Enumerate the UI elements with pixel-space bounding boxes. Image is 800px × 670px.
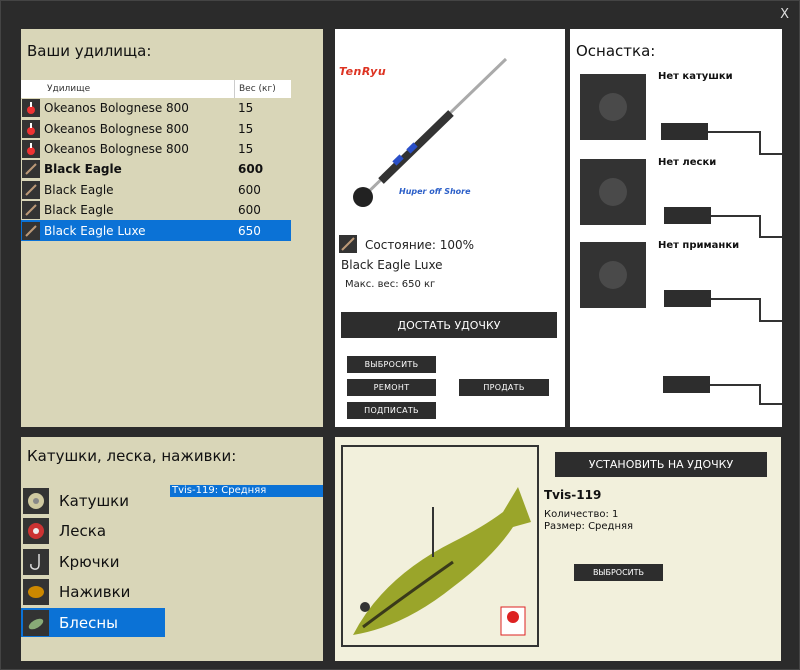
reel-icon xyxy=(23,487,49,514)
col-weight-header[interactable]: Вес (кг) xyxy=(234,80,291,98)
tackle-panel: Оснастка: Нет катушки Нет лески Нет прим… xyxy=(570,29,782,427)
category-line[interactable]: Леска xyxy=(21,516,165,545)
float-rod-icon xyxy=(22,139,40,158)
rod-weight: 600 xyxy=(238,182,261,197)
rod-condition: Состояние: 100% xyxy=(365,238,475,252)
rod-weight: 650 xyxy=(238,223,261,238)
item-size: Размер: Средняя xyxy=(544,521,634,532)
sign-button[interactable]: ПОДПИСАТЬ xyxy=(347,402,436,419)
rod-weight: 15 xyxy=(238,101,254,116)
tackle-items-panel: Катушки, леска, наживки: Катушки Леска К… xyxy=(21,437,323,661)
hook-icon xyxy=(23,548,49,575)
rod-name: Black Eagle xyxy=(44,182,114,197)
rod-max-weight: Макс. вес: 650 кг xyxy=(345,279,436,290)
rod-name: Black Eagle Luxe xyxy=(44,223,146,238)
line-spool-icon xyxy=(23,517,49,544)
spinning-rod-icon xyxy=(22,160,40,179)
rod-weight: 15 xyxy=(238,121,254,136)
soft-lure-picture xyxy=(353,487,531,636)
category-hooks[interactable]: Крючки xyxy=(21,547,165,576)
lure-icon xyxy=(23,609,49,636)
repair-button[interactable]: РЕМОНТ xyxy=(347,379,436,396)
rod-name: Okeanos Bolognese 800 xyxy=(44,141,189,156)
rods-table: Удилище Вес (кг) Okeanos Bolognese 800 1… xyxy=(21,80,291,241)
inventory-window: X Ваши удилища: Удилище Вес (кг) Okeanos… xyxy=(0,0,800,670)
item-quantity: Количество: 1 xyxy=(544,509,619,520)
float-rod-icon xyxy=(22,99,40,118)
rod-view-panel: TenRyu Huper off Shore Состояние: 100% B… xyxy=(335,29,565,427)
col-name-header[interactable]: Удилище xyxy=(41,84,234,94)
category-label: Блесны xyxy=(59,613,119,632)
brand-subtitle: Huper off Shore xyxy=(399,187,471,196)
drop-item-button[interactable]: ВЫБРОСИТЬ xyxy=(574,564,663,581)
category-label: Катушки xyxy=(59,491,129,510)
rods-table-header: Удилище Вес (кг) xyxy=(21,80,291,98)
rod-weight: 600 xyxy=(238,203,261,218)
tackle-connector-lines xyxy=(708,131,782,405)
rods-panel: Ваши удилища: Удилище Вес (кг) Okeanos B… xyxy=(21,29,323,427)
rod-name-label: Black Eagle Luxe xyxy=(341,258,443,272)
spinning-rod-icon xyxy=(22,201,40,220)
table-row[interactable]: Okeanos Bolognese 800 15 xyxy=(21,98,291,118)
spinning-rod-icon xyxy=(339,235,357,253)
install-on-rod-button[interactable]: УСТАНОВИТЬ НА УДОЧКУ xyxy=(555,452,767,477)
rod-name: Black Eagle xyxy=(44,203,114,218)
sell-button[interactable]: ПРОДАТЬ xyxy=(459,379,549,396)
get-rod-button[interactable]: ДОСТАТЬ УДОЧКУ xyxy=(341,312,557,338)
table-row[interactable]: Black Eagle 600 xyxy=(21,180,291,200)
category-label: Леска xyxy=(59,521,107,540)
lure-image xyxy=(341,445,539,647)
rod-image xyxy=(353,57,508,207)
float-rod-icon xyxy=(22,119,40,138)
lure-list-item[interactable]: Tvis-119: Средняя xyxy=(170,485,323,497)
category-lures[interactable]: Блесны xyxy=(21,608,165,637)
tackle-items-title: Катушки, леска, наживки: xyxy=(27,447,237,465)
rod-weight: 600 xyxy=(238,162,264,177)
item-name: Tvis-119 xyxy=(544,488,602,502)
rods-title: Ваши удилища: xyxy=(27,42,152,60)
category-reels[interactable]: Катушки xyxy=(21,486,165,515)
drop-rod-button[interactable]: ВЫБРОСИТЬ xyxy=(347,356,436,373)
category-label: Наживки xyxy=(59,582,131,601)
rod-name: Black Eagle xyxy=(44,162,122,177)
table-row[interactable]: Okeanos Bolognese 800 15 xyxy=(21,139,291,159)
item-detail-panel: УСТАНОВИТЬ НА УДОЧКУ Tvis-119 Количество… xyxy=(335,437,781,661)
rod-name: Okeanos Bolognese 800 xyxy=(44,101,189,116)
spinning-rod-icon xyxy=(22,180,40,199)
category-baits[interactable]: Наживки xyxy=(21,577,165,606)
table-row[interactable]: Black Eagle 600 xyxy=(21,200,291,220)
category-label: Крючки xyxy=(59,552,120,571)
table-row[interactable]: Black Eagle 600 xyxy=(21,159,291,179)
bait-icon xyxy=(23,578,49,605)
close-button[interactable]: X xyxy=(780,7,789,22)
table-row[interactable]: Okeanos Bolognese 800 15 xyxy=(21,118,291,138)
table-row-selected[interactable]: Black Eagle Luxe 650 xyxy=(21,220,291,241)
rod-name: Okeanos Bolognese 800 xyxy=(44,121,189,136)
spinning-rod-icon xyxy=(22,221,40,240)
rod-weight: 15 xyxy=(238,141,254,156)
